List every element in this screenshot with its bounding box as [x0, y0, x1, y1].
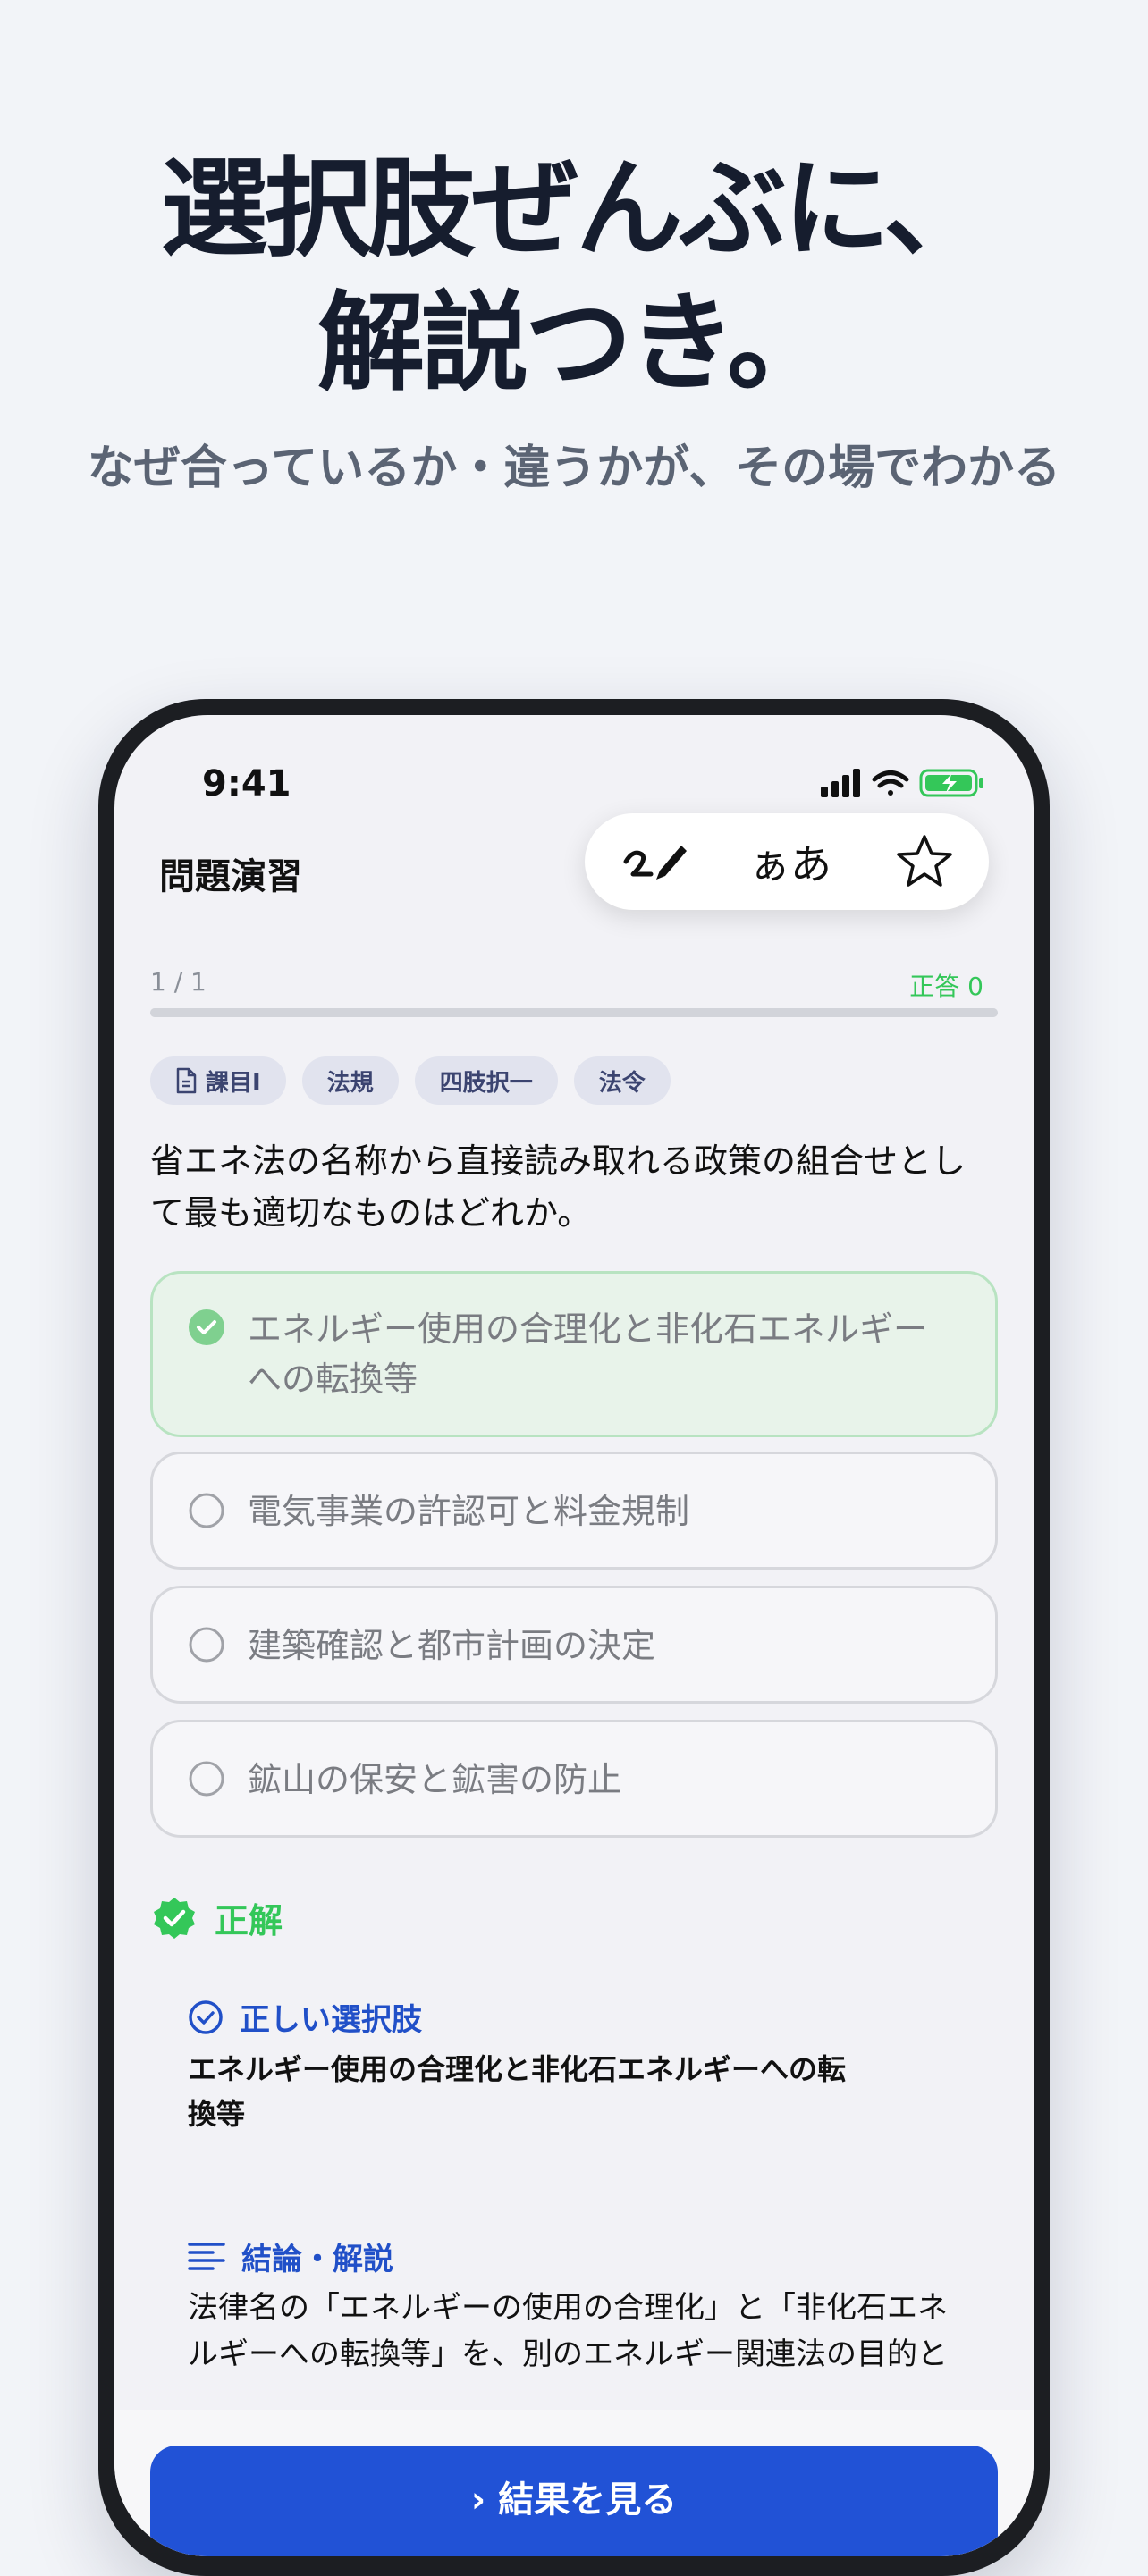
status-icons	[821, 769, 983, 797]
tag-label: 課目Ⅰ	[206, 1069, 261, 1097]
hero-title-line1: 選択肢ぜんぶに、	[160, 147, 991, 272]
view-results-button[interactable]: › 結果を見る	[150, 2446, 998, 2556]
check-circle-icon	[189, 1309, 224, 1345]
progress-bar	[150, 1008, 998, 1017]
choice-option-4[interactable]: 鉱山の保安と鉱害の防止	[150, 1720, 998, 1838]
tag-topic: 法令	[573, 1056, 671, 1105]
signal-icon	[821, 769, 860, 797]
phone-screen: 9:41 問題演習 ぁあ 1 / 1 正答 0 課目Ⅰ 法規 四肢択一 法令 省…	[114, 715, 1034, 2556]
toolbar: ぁあ	[585, 813, 989, 910]
progress-label: 1 / 1	[150, 967, 207, 997]
result-badge: 正解	[152, 1893, 283, 1942]
choice-text: 鉱山の保安と鉱害の防止	[248, 1760, 622, 1799]
hero-subtitle: なぜ合っているか・違うかが、その場でわかる	[87, 442, 1061, 495]
tag-category: 法規	[301, 1056, 399, 1105]
hero-title-line2: 解説つき。	[317, 282, 834, 406]
tag-format: 四肢択一	[414, 1056, 558, 1105]
progress-fill	[150, 1008, 998, 1017]
result-label: 正解	[215, 1901, 283, 1940]
conclusion-text: 法律名の「エネルギーの使用の合理化」と「非化石エネルギーへの転換等」を、別のエネ…	[188, 2290, 948, 2372]
choice-option-2[interactable]: 電気事業の許認可と料金規制	[150, 1452, 998, 1570]
tag-list: 課目Ⅰ 法規 四肢択一 法令	[150, 1056, 671, 1105]
pen-button[interactable]	[603, 826, 710, 897]
radio-icon	[189, 1761, 224, 1797]
tag-subject: 課目Ⅰ	[150, 1056, 286, 1105]
choice-text: 電気事業の許認可と料金規制	[248, 1492, 690, 1531]
correct-choice-heading: 正しい選択肢	[188, 1995, 422, 2039]
choice-option-3[interactable]: 建築確認と都市計画の決定	[150, 1586, 998, 1704]
phone-frame: 9:41 問題演習 ぁあ 1 / 1 正答 0 課目Ⅰ 法規 四肢択一 法令 省…	[98, 699, 1050, 2576]
correct-choice-text: エネルギー使用の合理化と非化石エネルギーへの転換等	[188, 2052, 847, 2131]
star-icon	[897, 835, 952, 887]
document-icon	[176, 1067, 197, 1094]
status-time: 9:41	[202, 763, 291, 804]
choice-text: 建築確認と都市計画の決定	[248, 1626, 656, 1665]
section-heading-label: 結論・解説	[241, 2242, 393, 2277]
pen-icon	[623, 846, 687, 880]
nav-title: 問題演習	[159, 856, 302, 897]
section-heading-label: 正しい選択肢	[240, 2002, 422, 2038]
conclusion-heading: 結論・解説	[188, 2235, 393, 2278]
choice-text: エネルギー使用の合理化と非化石エネルギーへの転換等	[248, 1309, 928, 1399]
verified-badge-icon	[154, 1897, 195, 1939]
favorite-button[interactable]	[880, 826, 969, 897]
check-circle-outline-icon	[189, 1999, 223, 2034]
wifi-icon	[872, 770, 909, 796]
font-size-button[interactable]: ぁあ	[728, 826, 853, 897]
question-text: 省エネ法の名称から直接読み取れる政策の組合せとして最も適切なものはどれか。	[150, 1141, 967, 1233]
hero-title: 選択肢ぜんぶに、 解説つき。	[0, 143, 1148, 411]
radio-icon	[189, 1627, 224, 1663]
choice-option-1[interactable]: エネルギー使用の合理化と非化石エネルギーへの転換等	[150, 1271, 998, 1437]
correct-count: 正答 0	[909, 972, 983, 1001]
battery-icon	[919, 769, 983, 797]
radio-icon	[189, 1493, 224, 1528]
text-lines-icon	[188, 2242, 225, 2270]
